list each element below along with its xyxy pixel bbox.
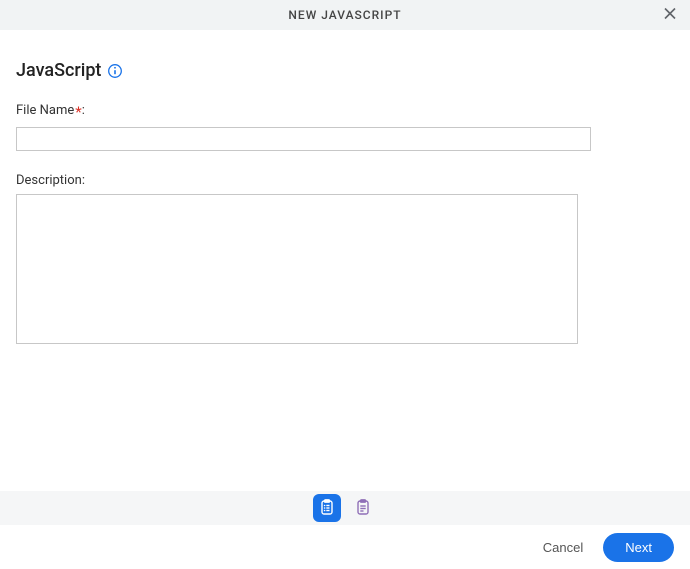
next-button[interactable]: Next	[603, 533, 674, 562]
cancel-button[interactable]: Cancel	[539, 534, 587, 561]
required-indicator: *	[75, 103, 81, 121]
dialog-header: NEW JAVASCRIPT	[0, 0, 690, 30]
clipboard-text-icon	[354, 498, 372, 519]
description-label: Description:	[16, 173, 674, 188]
filename-input[interactable]	[16, 127, 591, 151]
clipboard-list-icon	[318, 498, 336, 519]
info-icon[interactable]	[107, 63, 123, 79]
close-button[interactable]	[658, 2, 682, 29]
description-input[interactable]	[16, 194, 578, 344]
close-icon	[662, 6, 678, 25]
form-view-button[interactable]	[313, 494, 341, 522]
dialog-title: NEW JAVASCRIPT	[288, 8, 401, 22]
filename-label: File Name*:	[16, 103, 674, 121]
dialog-content: JavaScript File Name*: Description:	[0, 30, 690, 360]
dialog-footer: Cancel Next	[0, 525, 690, 569]
section-title: JavaScript	[16, 60, 101, 81]
toolbar-strip	[0, 491, 690, 525]
section-title-row: JavaScript	[16, 60, 674, 81]
script-view-button[interactable]	[349, 494, 377, 522]
